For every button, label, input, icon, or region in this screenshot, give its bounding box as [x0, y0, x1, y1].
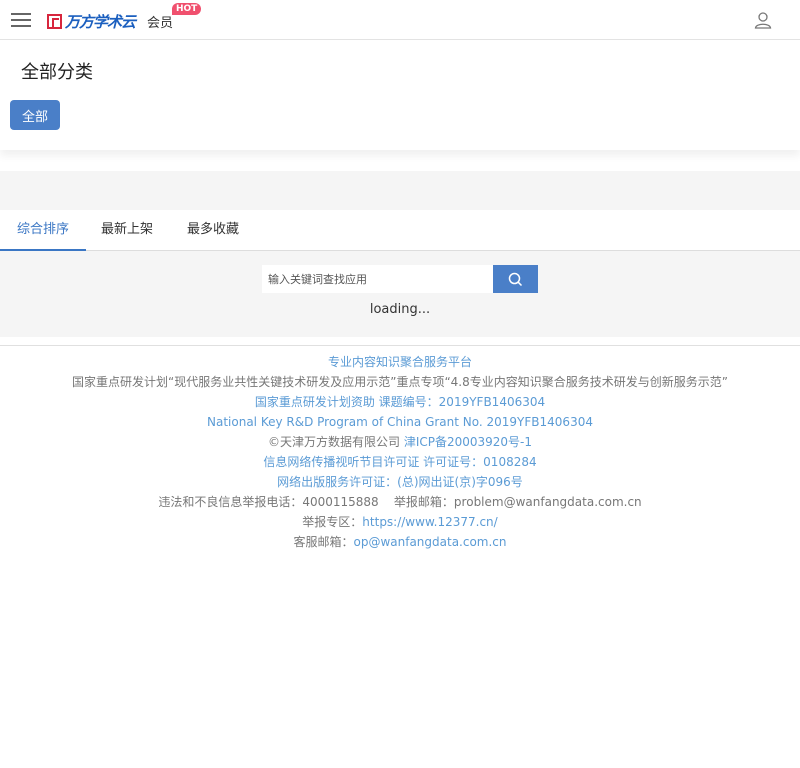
top-bar: 万方学术云 会员 HOT	[0, 0, 800, 40]
footer-copyright-line: ©天津万方数据有限公司 津ICP备20003920号-1	[0, 432, 800, 452]
search-button[interactable]	[493, 265, 538, 293]
search-input[interactable]	[262, 265, 493, 293]
logo-mark-icon	[47, 14, 62, 29]
sort-tabs: 综合排序 最新上架 最多收藏	[0, 210, 800, 251]
footer-service-email[interactable]: op@wanfangdata.com.cn	[353, 535, 506, 549]
tabs-top-bg	[0, 171, 800, 210]
search-icon	[508, 272, 523, 286]
tab-most-favorited[interactable]: 最多收藏	[187, 210, 239, 249]
category-all-button[interactable]: 全部	[10, 100, 61, 130]
wanfang-logo[interactable]: 万方学术云	[47, 11, 136, 32]
footer-service: 客服邮箱：op@wanfangdata.com.cn	[0, 532, 800, 552]
tab-newest[interactable]: 最新上架	[101, 210, 153, 249]
footer-platform[interactable]: 专业内容知识聚合服务平台	[0, 352, 800, 372]
loading-indicator: loading...	[369, 302, 431, 317]
footer-grant-cn[interactable]: 国家重点研发计划资助 课题编号：2019YFB1406304	[0, 392, 800, 412]
footer-project: 国家重点研发计划“现代服务业共性关键技术研发及应用示范”重点专项“4.8专业内容…	[72, 375, 728, 389]
footer-report-zone-label: 举报专区：	[302, 515, 363, 529]
tab-comprehensive[interactable]: 综合排序	[0, 210, 86, 251]
logo-text: 万方学术云	[65, 13, 136, 31]
footer-icp-link[interactable]: 津ICP备20003920号-1	[404, 435, 532, 449]
footer-report-zone-link[interactable]: https://www.12377.cn/	[362, 515, 497, 529]
app-list-area: 综合排序 最新上架 最多收藏 loading...	[0, 171, 800, 337]
footer-grant-en[interactable]: National Key R&D Program of China Grant …	[0, 412, 800, 432]
category-title: 全部分类	[21, 62, 93, 83]
spacer	[0, 150, 800, 171]
hamburger-menu-icon[interactable]	[11, 13, 31, 27]
footer-service-label: 客服邮箱：	[293, 535, 354, 549]
footer-copyright: ©天津万方数据有限公司	[267, 435, 404, 449]
user-icon[interactable]	[754, 11, 772, 29]
footer-publish-license[interactable]: 网络出版服务许可证：(总)网出证(京)字096号	[0, 472, 800, 492]
footer-report-zone: 举报专区：https://www.12377.cn/	[0, 512, 800, 532]
member-link[interactable]: 会员	[147, 12, 173, 31]
hot-badge: HOT	[172, 3, 202, 15]
search-bar	[262, 265, 538, 293]
footer-report-phone: 违法和不良信息举报电话：4000115888 举报邮箱：problem@wanf…	[158, 495, 642, 509]
footer: 专业内容知识聚合服务平台 国家重点研发计划“现代服务业共性关键技术研发及应用示范…	[0, 345, 800, 552]
footer-av-license[interactable]: 信息网络传播视听节目许可证 许可证号：0108284	[0, 452, 800, 472]
category-panel: 全部分类 全部	[0, 40, 800, 150]
